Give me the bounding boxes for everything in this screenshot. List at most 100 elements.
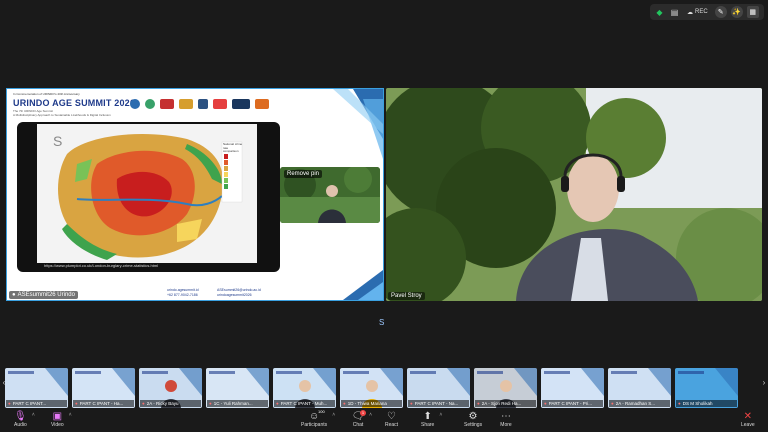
remove-pin-button[interactable]: Remove pin xyxy=(284,170,323,178)
muted-microphone-icon: ● xyxy=(678,401,681,406)
logo-icon xyxy=(232,99,250,109)
muted-microphone-icon: ● xyxy=(410,401,413,406)
pinned-video-thumbnail[interactable]: Remove pin xyxy=(280,167,380,223)
rec-label: REC xyxy=(695,9,708,15)
chevron-up-icon[interactable]: ˄ xyxy=(332,412,335,418)
speaker-video-feed xyxy=(386,88,762,301)
participant-tile[interactable]: ● DS M Sholikah xyxy=(675,368,738,408)
muted-microphone-icon: ● xyxy=(276,401,279,406)
participant-name: ● PART C IPANT - Ha... xyxy=(73,400,134,407)
video-button[interactable]: ▣ Video ˄ xyxy=(51,410,72,429)
participant-tile[interactable]: ● PART C IPANT - Pri... xyxy=(541,368,604,408)
participant-name: ● PART C IPANT - Na... xyxy=(408,400,469,407)
muted-microphone-icon: ● xyxy=(75,401,78,406)
chat-unread-badge: 1 xyxy=(360,410,366,416)
muted-microphone-icon: ● xyxy=(544,401,547,406)
muted-microphone-icon: ● xyxy=(343,401,346,406)
grid-icon[interactable]: ▦ xyxy=(746,6,759,18)
participant-name-text: 2A - Ramadhan S... xyxy=(615,401,655,406)
active-speaker-video[interactable]: Pavel Stroy xyxy=(386,88,762,301)
participant-name: ● PART C IPANT - Muh... xyxy=(274,400,335,407)
contact-social: urindoagesummit2026 xyxy=(217,293,252,297)
audio-button[interactable]: 🎙 Audio ˄ xyxy=(14,410,35,429)
svg-text:S: S xyxy=(53,133,62,149)
presenter-name: ASEsummit26 Urindo xyxy=(17,292,75,298)
map-legend-title: National crime rate comparison xyxy=(223,142,243,153)
share-button[interactable]: ⬆ Share ˄ xyxy=(421,410,442,429)
logo-icon xyxy=(179,99,193,109)
recording-indicator[interactable]: ☁ REC xyxy=(684,6,711,18)
settings-button[interactable]: ⚙ Settings xyxy=(464,410,483,429)
participant-name: ● 2A - Ricky Bayu xyxy=(140,400,201,407)
slide-subtitle: The 7th URINDO Age Summit A Multidiscipl… xyxy=(13,109,153,117)
participant-name-text: 2A - Sjori Redi Ha... xyxy=(481,401,522,406)
participant-tile[interactable]: ● 2A - Ramadhan S... xyxy=(608,368,671,408)
contact-phone: +62 877-9042-7186 xyxy=(167,293,198,297)
participants-button[interactable]: ☺ 100 Participants ˄ xyxy=(301,409,335,428)
participant-tile[interactable]: ● 1D - Thiwa Mariana xyxy=(340,368,403,408)
participant-tile[interactable]: ● PART C IPANT - Na... xyxy=(407,368,470,408)
participant-tile[interactable]: ● 2A - Ricky Bayu xyxy=(139,368,202,408)
participant-name-text: PART C IPANT... xyxy=(12,401,47,406)
cloud-icon: ☁ xyxy=(687,9,693,16)
logo-icon xyxy=(255,99,269,109)
leave-button[interactable]: ✕ Leave xyxy=(741,410,755,429)
participant-name-text: PART C IPANT - Ha... xyxy=(79,401,124,406)
audio-label: Audio xyxy=(14,422,27,428)
participant-name: ● 2A - Ramadhan S... xyxy=(609,400,670,407)
effects-icon[interactable]: ✨ xyxy=(730,6,743,18)
slide-corner-decoration xyxy=(333,89,383,159)
share-label: Share xyxy=(421,422,435,428)
participant-name: ● DS M Sholikah xyxy=(676,400,737,407)
more-label: More xyxy=(500,422,512,428)
microphone-icon: ● xyxy=(12,292,16,298)
logo-icon xyxy=(198,99,208,109)
logo-icon xyxy=(145,99,155,109)
participant-tile[interactable]: ● PART C IPANT - Muh... xyxy=(273,368,336,408)
chevron-up-icon[interactable]: ˄ xyxy=(369,412,372,418)
partner-logos xyxy=(130,99,269,109)
chat-button[interactable]: 🗨 1 Chat ˄ xyxy=(352,410,372,428)
muted-microphone-icon: ● xyxy=(611,401,614,406)
leave-label: Leave xyxy=(741,422,755,428)
muted-microphone-icon: ● xyxy=(8,401,11,406)
slide-subtitle-2: A Multidisciplinary Approach to Sustaina… xyxy=(13,113,111,117)
participant-tile[interactable]: ● PART C IPANT... xyxy=(5,368,68,408)
muted-microphone-icon: ● xyxy=(477,401,480,406)
edit-icon[interactable]: ✎ xyxy=(714,6,727,18)
participant-name-text: 1C - Yuli Rahman... xyxy=(213,401,253,406)
participant-strip: ● PART C IPANT... ● PART C IPANT - Ha... ● 2A… xyxy=(0,368,768,408)
participant-name: ● 1C - Yuli Rahman... xyxy=(207,400,268,407)
slide-contacts-right: ASEsummit26@urindo.ac.id urindoagesummit… xyxy=(217,288,261,298)
chat-label: Chat xyxy=(352,422,364,428)
participant-tile[interactable]: ● 2A - Sjori Redi Ha... xyxy=(474,368,537,408)
more-button[interactable]: ⋯ More xyxy=(500,410,512,429)
participant-name: ● PART C IPANT - Pri... xyxy=(542,400,603,407)
screen-share-panel: In Commemoration of URINDO's 40th Annive… xyxy=(6,88,384,301)
document-icon[interactable]: ▤ xyxy=(669,7,680,18)
participant-name-text: 2A - Ricky Bayu xyxy=(146,401,179,406)
crime-map: S National crime rate comparison xyxy=(37,124,257,263)
slide-contacts-left: urindo.agesummit.id +62 877-9042-7186 xyxy=(167,288,199,298)
react-button[interactable]: ♡ React xyxy=(385,410,398,429)
settings-label: Settings xyxy=(464,422,483,428)
logo-icon xyxy=(160,99,174,109)
chevron-up-icon[interactable]: ˄ xyxy=(439,412,442,418)
slide-title: URINDO AGE SUMMIT 2026 xyxy=(13,98,136,108)
shield-icon[interactable]: ◆ xyxy=(654,7,665,18)
participant-tile[interactable]: ● PART C IPANT - Ha... xyxy=(72,368,135,408)
muted-microphone-icon: ● xyxy=(142,401,145,406)
strip-right-arrow-icon[interactable]: › xyxy=(760,378,768,392)
participant-tile[interactable]: ● 1C - Yuli Rahman... xyxy=(206,368,269,408)
map-source-url[interactable]: https://www.plumplot.co.uk/London-burgla… xyxy=(42,263,262,271)
chevron-up-icon[interactable]: ˄ xyxy=(69,412,72,418)
chevron-up-icon[interactable]: ˄ xyxy=(32,412,35,418)
slide-small-header: In Commemoration of URINDO's 40th Annive… xyxy=(13,92,80,96)
meeting-toolbar: 🎙 Audio ˄ ▣ Video ˄ ☺ 100 Participants ˄… xyxy=(0,408,768,432)
heart-icon: ♡ xyxy=(387,410,397,422)
logo-icon xyxy=(213,99,227,109)
participant-name: ● PART C IPANT... xyxy=(6,400,67,407)
share-presenter-label: ● ASEsummit26 Urindo xyxy=(9,291,78,299)
video-label: Video xyxy=(51,422,64,428)
gear-icon: ⚙ xyxy=(468,410,478,422)
